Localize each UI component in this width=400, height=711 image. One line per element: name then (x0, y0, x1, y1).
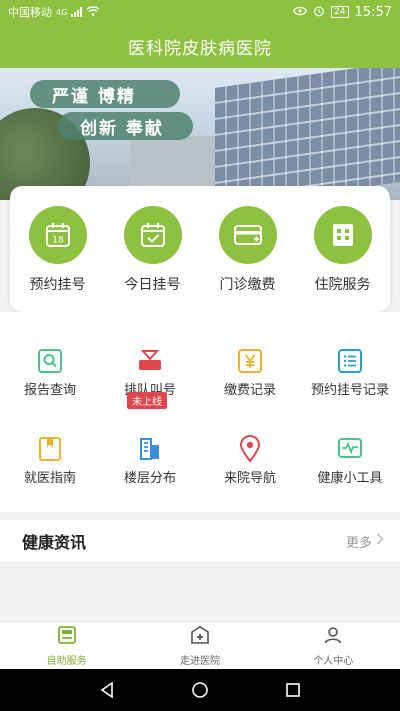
quick-action-appointment[interactable]: 18 预约挂号 (13, 206, 103, 312)
signal-icon (71, 7, 83, 17)
tab-label: 个人中心 (313, 655, 354, 667)
section-title: 健康资讯 (22, 533, 87, 552)
service-label: 预约挂号记录 (310, 383, 389, 398)
card-icon (218, 206, 277, 264)
quick-action-today[interactable]: 今日挂号 (108, 206, 198, 312)
yuan-icon (237, 348, 263, 374)
service-label: 来院导航 (223, 471, 276, 486)
service-label: 就医指南 (23, 471, 76, 486)
network-label: 4G (56, 7, 68, 17)
service-label: 报告查询 (23, 383, 76, 398)
clock-label: 15:57 (354, 4, 392, 20)
wifi-icon (86, 5, 100, 19)
service-navigation[interactable]: 来院导航 (200, 435, 300, 488)
tab-label: 走进医院 (179, 655, 220, 667)
service-queue[interactable]: 未上线 排队叫号 (100, 348, 200, 409)
service-label: 缴费记录 (223, 383, 276, 398)
more-link[interactable]: 更多 (346, 532, 384, 551)
banner-building-main (215, 68, 400, 200)
service-label: 健康小工具 (317, 471, 383, 486)
service-label: 楼层分布 (123, 471, 176, 486)
carrier-label: 中国移动 (8, 6, 52, 19)
page-title: 医科院皮肤病医院 (128, 38, 272, 59)
service-appointment-records[interactable]: 预约挂号记录 (300, 348, 400, 400)
self-service-icon (57, 625, 77, 649)
quick-action-payment[interactable]: 门诊缴费 (203, 206, 293, 312)
book-icon (37, 436, 63, 462)
recents-button[interactable] (273, 675, 313, 705)
user-icon (323, 625, 343, 649)
system-nav-bar (0, 669, 400, 711)
service-report-query[interactable]: 报告查询 (0, 348, 100, 400)
bottom-tab-bar: 自助服务 走进医院 个人中心 (0, 621, 400, 669)
chevron-right-icon (376, 533, 384, 549)
building-icon (137, 436, 163, 462)
home-button[interactable] (180, 675, 220, 705)
service-health-tools[interactable]: 健康小工具 (300, 436, 400, 488)
quick-action-label: 门诊缴费 (219, 277, 276, 293)
pulse-icon (337, 436, 363, 462)
quick-action-inpatient[interactable]: 住院服务 (298, 206, 388, 312)
hospital-cross-icon (190, 625, 210, 649)
back-triangle-icon (100, 681, 113, 699)
recents-square-icon (286, 683, 301, 697)
status-badge: 未上线 (127, 392, 167, 409)
back-button[interactable] (87, 675, 127, 705)
quick-action-label: 今日挂号 (124, 277, 181, 293)
service-floors[interactable]: 楼层分布 (100, 436, 200, 488)
more-label: 更多 (345, 535, 372, 551)
app-title-bar: 医科院皮肤病医院 (0, 24, 400, 68)
slogan-pill-1: 严谨 博精 (30, 80, 180, 108)
home-circle-icon (192, 682, 208, 698)
quick-action-label: 住院服务 (314, 277, 371, 293)
search-report-icon (37, 348, 63, 374)
service-guide[interactable]: 就医指南 (0, 436, 100, 488)
battery-indicator: 24 (331, 6, 349, 18)
quick-actions-card: 18 预约挂号 今日挂号 门诊缴费 住院服务 (10, 186, 390, 312)
alarm-icon (313, 5, 325, 20)
calendar-icon: 18 (28, 206, 87, 264)
tab-self-service[interactable]: 自助服务 (0, 622, 133, 669)
tab-hospital[interactable]: 走进医院 (133, 622, 266, 669)
calendar-number: 18 (52, 236, 64, 246)
service-payment-records[interactable]: 缴费记录 (200, 348, 300, 400)
calendar-check-icon (123, 206, 182, 264)
queue-icon (137, 348, 163, 374)
services-grid: 报告查询 未上线 排队叫号 缴费记录 预约挂号记录 就医指南 楼层分布 来院导航… (0, 312, 400, 512)
list-icon (337, 348, 363, 374)
slogan-pill-2: 创新 奉献 (58, 112, 193, 140)
location-pin-icon (237, 435, 263, 463)
status-bar: 中国移动 4G 24 15:57 (0, 0, 400, 24)
eye-icon (293, 6, 307, 19)
quick-action-label: 预约挂号 (29, 277, 86, 293)
health-news-header: 健康资讯 更多 (0, 520, 400, 562)
hospital-icon (313, 206, 372, 264)
tab-label: 自助服务 (46, 655, 87, 667)
tab-profile[interactable]: 个人中心 (267, 622, 400, 669)
